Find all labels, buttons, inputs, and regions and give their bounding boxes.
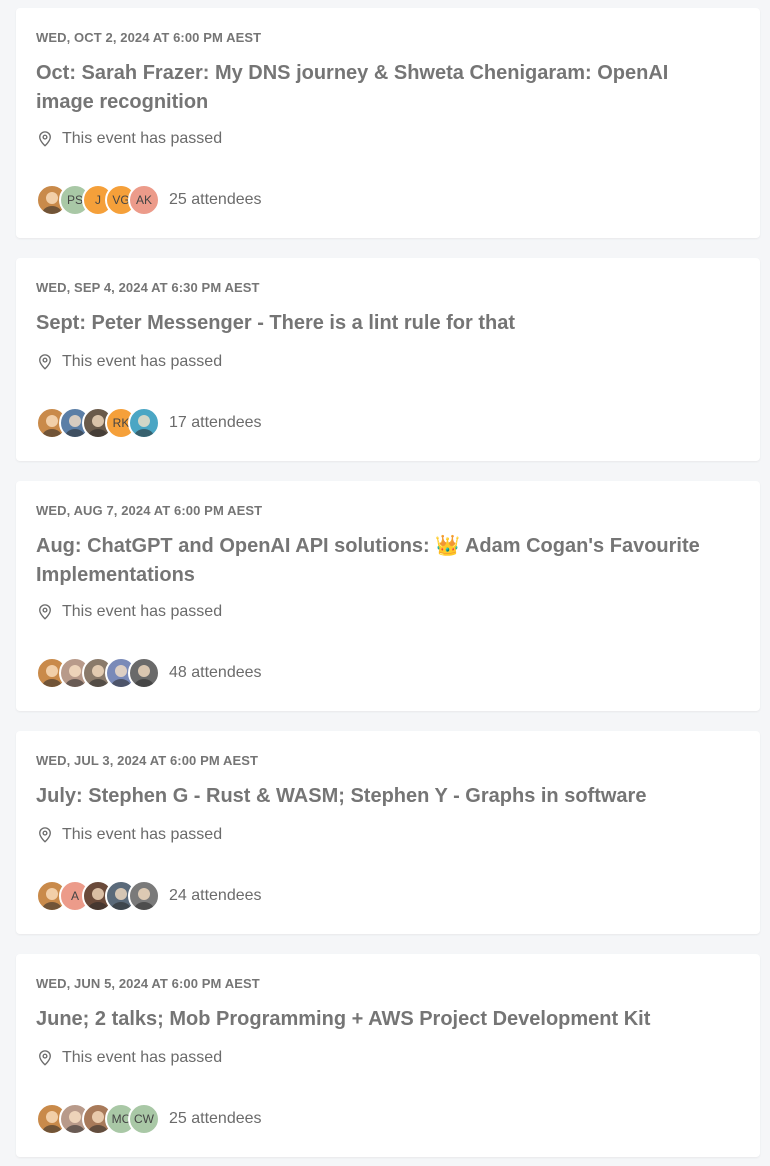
attendee-count: 25 attendees: [169, 1110, 262, 1127]
event-location: This event has passed: [36, 1049, 222, 1067]
location-pin-icon: [39, 131, 51, 147]
attendee-avatars: A: [36, 880, 160, 912]
event-date: WED, OCT 2, 2024 AT 6:00 PM AEST: [36, 30, 262, 45]
event-title[interactable]: July: Stephen G - Rust & WASM; Stephen Y…: [36, 782, 726, 811]
attendee-avatars: [36, 657, 160, 689]
event-location: This event has passed: [36, 353, 222, 371]
event-attendees[interactable]: MC CW 25 attendees: [36, 1103, 262, 1135]
event-location-label: This event has passed: [62, 130, 223, 147]
avatar: [128, 407, 160, 439]
event-location-label: This event has passed: [62, 353, 223, 370]
event-date: WED, AUG 7, 2024 AT 6:00 PM AEST: [36, 503, 263, 518]
avatar: CW: [128, 1103, 160, 1135]
event-location: This event has passed: [36, 603, 222, 621]
attendee-avatars: MC CW: [36, 1103, 160, 1135]
event-date: WED, JUL 3, 2024 AT 6:00 PM AEST: [36, 753, 259, 768]
event-location-label: This event has passed: [62, 1049, 223, 1066]
event-attendees[interactable]: RK 17 attendees: [36, 407, 262, 439]
event-list: WED, OCT 2, 2024 AT 6:00 PM AEST Oct: Sa…: [0, 0, 770, 1166]
event-attendees[interactable]: 48 attendees: [36, 657, 262, 689]
attendee-count: 24 attendees: [169, 887, 262, 904]
event-card[interactable]: WED, OCT 2, 2024 AT 6:00 PM AEST Oct: Sa…: [16, 8, 760, 238]
event-title[interactable]: Sept: Peter Messenger - There is a lint …: [36, 309, 726, 338]
location-pin-icon: [39, 827, 51, 843]
attendee-count: 48 attendees: [169, 664, 262, 681]
event-title[interactable]: Aug: ChatGPT and OpenAI API solutions: 👑…: [36, 532, 726, 590]
event-card[interactable]: WED, AUG 7, 2024 AT 6:00 PM AEST Aug: Ch…: [16, 481, 760, 711]
avatar: AK: [128, 184, 160, 216]
location-pin-icon: [39, 1050, 51, 1066]
event-attendees[interactable]: A 24 attendees: [36, 880, 262, 912]
attendee-avatars: RK: [36, 407, 160, 439]
event-location-label: This event has passed: [62, 826, 223, 843]
attendee-count: 17 attendees: [169, 414, 262, 431]
event-card[interactable]: WED, SEP 4, 2024 AT 6:30 PM AEST Sept: P…: [16, 258, 760, 461]
location-pin-icon: [39, 604, 51, 620]
event-title[interactable]: June; 2 talks; Mob Programming + AWS Pro…: [36, 1005, 726, 1034]
event-date: WED, JUN 5, 2024 AT 6:00 PM AEST: [36, 976, 260, 991]
avatar: [128, 880, 160, 912]
location-pin-icon: [39, 354, 51, 370]
event-attendees[interactable]: PS J VG AK 25 attendees: [36, 184, 262, 216]
attendee-count: 25 attendees: [169, 191, 262, 208]
event-location-label: This event has passed: [62, 603, 223, 620]
event-location: This event has passed: [36, 826, 222, 844]
event-date: WED, SEP 4, 2024 AT 6:30 PM AEST: [36, 280, 260, 295]
event-card[interactable]: WED, JUL 3, 2024 AT 6:00 PM AEST July: S…: [16, 731, 760, 934]
avatar: [128, 657, 160, 689]
event-location: This event has passed: [36, 130, 222, 148]
event-title[interactable]: Oct: Sarah Frazer: My DNS journey & Shwe…: [36, 59, 726, 117]
event-card[interactable]: WED, JUN 5, 2024 AT 6:00 PM AEST June; 2…: [16, 954, 760, 1157]
attendee-avatars: PS J VG AK: [36, 184, 160, 216]
